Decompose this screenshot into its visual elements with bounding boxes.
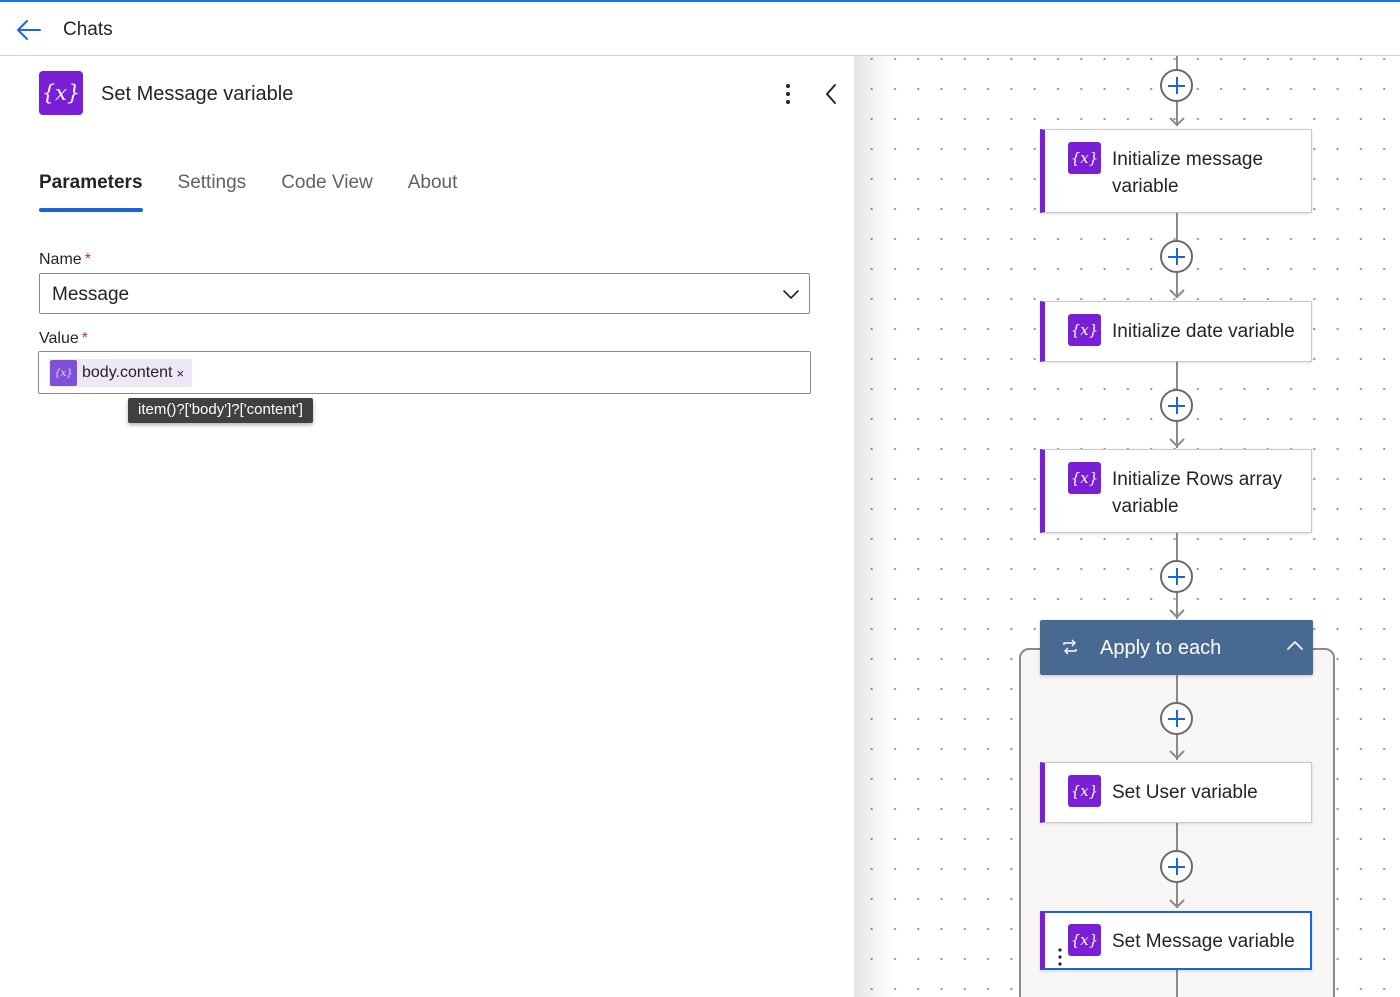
variable-icon: {x} — [1068, 462, 1101, 494]
arrow-down-icon — [1169, 750, 1185, 760]
arrow-down-icon — [1169, 609, 1185, 619]
flow-canvas[interactable]: {x} Initialize message variable {x} Init… — [854, 56, 1400, 997]
apply-to-each-title: Apply to each — [1100, 637, 1222, 659]
arrow-down-icon — [1169, 899, 1185, 909]
name-dropdown-value: Message — [52, 284, 130, 305]
chevron-left-icon — [826, 84, 836, 104]
loop-icon — [1063, 639, 1077, 655]
remove-token-button[interactable]: × — [176, 366, 184, 381]
name-dropdown[interactable]: Message — [39, 273, 810, 314]
value-field-label: Value * — [39, 330, 88, 348]
insert-step-button[interactable] — [1160, 702, 1193, 735]
action-card-label: Set User variable — [1112, 782, 1258, 803]
more-options-button[interactable] — [778, 81, 798, 107]
action-card-label: Initialize Rows array variable — [1112, 469, 1282, 517]
value-input[interactable]: {x} body.content × — [38, 351, 811, 394]
panel-title: Set Message variable — [101, 83, 294, 105]
name-label-text: Name — [39, 251, 82, 268]
insert-step-button[interactable] — [1160, 850, 1193, 883]
action-card-label: Initialize message variable — [1112, 149, 1264, 197]
arrow-down-icon — [1169, 117, 1185, 127]
tab-settings[interactable]: Settings — [178, 172, 247, 212]
required-indicator: * — [81, 330, 88, 347]
drag-handle-icon[interactable] — [1057, 947, 1063, 967]
back-button[interactable] — [14, 16, 44, 44]
token-expression-tooltip: item()?['body']?['content'] — [128, 398, 313, 423]
variable-icon: {x} — [1068, 142, 1101, 174]
variable-icon: {x} — [1068, 314, 1101, 346]
tab-parameters[interactable]: Parameters — [39, 172, 143, 212]
tab-code-view[interactable]: Code View — [281, 172, 373, 212]
action-card-label: Set Message variable — [1112, 931, 1295, 952]
panel-tabs: Parameters Settings Code View About — [39, 172, 492, 216]
arrow-left-icon — [17, 20, 41, 40]
variable-icon: {x} — [1068, 775, 1101, 807]
action-card-set-user[interactable]: {x} Set User variable — [1040, 762, 1312, 823]
insert-step-button[interactable] — [1160, 389, 1193, 422]
name-field-label: Name * — [39, 251, 91, 269]
arrow-down-icon — [1169, 438, 1185, 448]
action-details-panel: {x} Set Message variable Parameters Sett… — [0, 56, 854, 997]
action-card-label: Initialize date variable — [1112, 321, 1295, 342]
page-title: Chats — [63, 19, 113, 40]
insert-step-button[interactable] — [1160, 240, 1193, 273]
more-vertical-icon — [786, 84, 790, 104]
action-card-initialize-rows[interactable]: {x} Initialize Rows array variable — [1040, 449, 1312, 533]
insert-step-button[interactable] — [1160, 69, 1193, 102]
apply-to-each-header[interactable]: Apply to each — [1040, 620, 1313, 675]
tab-about[interactable]: About — [408, 172, 458, 212]
top-bar: Chats — [0, 0, 1400, 56]
variable-icon: {x} — [1068, 924, 1101, 956]
collapse-panel-button[interactable] — [820, 81, 842, 107]
connector-line — [1176, 968, 1178, 997]
required-indicator: * — [84, 251, 91, 268]
chevron-up-icon[interactable] — [1285, 636, 1305, 656]
action-card-set-message[interactable]: {x} Set Message variable — [1040, 911, 1312, 970]
insert-step-button[interactable] — [1160, 560, 1193, 593]
action-card-initialize-message[interactable]: {x} Initialize message variable — [1040, 129, 1312, 213]
chevron-down-icon — [783, 290, 799, 299]
value-label-text: Value — [39, 330, 79, 347]
action-card-initialize-date[interactable]: {x} Initialize date variable — [1040, 301, 1312, 362]
arrow-down-icon — [1169, 289, 1185, 299]
token-label: body.content — [82, 364, 173, 381]
variable-icon: {x} — [50, 360, 77, 386]
variable-icon: {x} — [39, 71, 83, 115]
dynamic-content-token[interactable]: {x} body.content × — [49, 359, 193, 387]
